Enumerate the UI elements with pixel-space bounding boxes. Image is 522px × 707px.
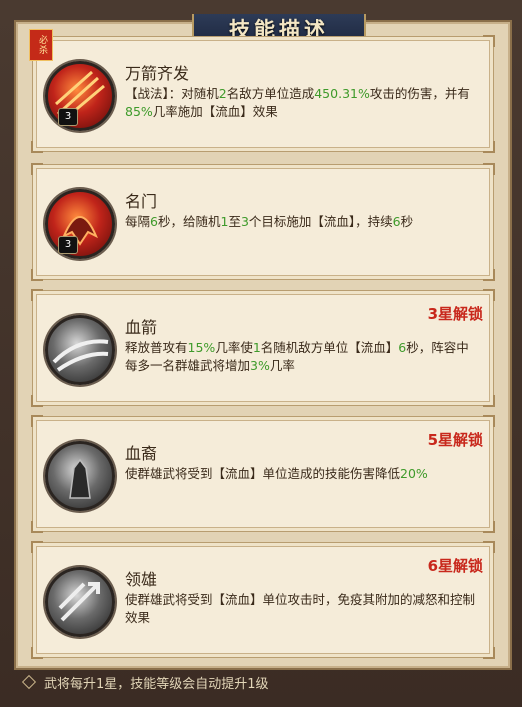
skill-name: 血箭 <box>125 318 158 337</box>
skill-description: 释放普攻有15%几率使1名随机敌方单位【流血】6秒，阵容中每多一名群雄武将增加3… <box>125 340 469 373</box>
blood-arrow-skill-icon <box>45 315 115 385</box>
skill-description: 使群雄武将受到【流血】单位造成的技能伤害降低20% <box>125 466 428 481</box>
skill-card-2: 3 名门 每隔6秒，给随机1至3个目标施加【流血】，持续6秒 <box>31 163 495 281</box>
helmet-skill-icon: 3 <box>45 189 115 259</box>
leader-skill-icon <box>45 567 115 637</box>
skill-window: 技能描述 3 必杀 万箭齐发 【战法】：对随机2名敌方单位造成450.31%攻击… <box>0 0 522 707</box>
unlock-requirement: 3星解锁 <box>427 305 483 323</box>
skill-description: 【战法】：对随机2名敌方单位造成450.31%攻击的伤害，并有85%几率施加【流… <box>125 86 470 119</box>
ultimate-badge: 必杀 <box>29 29 53 61</box>
skill-card-5: 领雄 使群雄武将受到【流血】单位攻击时，免疫其附加的减怒和控制效果 6星解锁 <box>31 541 495 659</box>
volley-skill-icon: 3 <box>45 61 115 131</box>
skill-card-1: 3 必杀 万箭齐发 【战法】：对随机2名敌方单位造成450.31%攻击的伤害，并… <box>29 29 495 153</box>
diamond-icon <box>21 674 37 690</box>
unlock-requirement: 5星解锁 <box>427 431 483 449</box>
skill-description: 每隔6秒，给随机1至3个目标施加【流血】，持续6秒 <box>125 214 414 229</box>
skill-card-3: 血箭 释放普攻有15%几率使1名随机敌方单位【流血】6秒，阵容中每多一名群雄武将… <box>31 289 495 407</box>
skill-level-badge: 3 <box>58 236 78 254</box>
bloodline-skill-icon <box>45 441 115 511</box>
skill-name: 领雄 <box>125 570 158 589</box>
skill-name: 血裔 <box>125 444 158 463</box>
skill-description: 使群雄武将受到【流血】单位攻击时，免疫其附加的减怒和控制效果 <box>125 592 476 625</box>
skill-level-badge: 3 <box>58 108 78 126</box>
skill-name: 万箭齐发 <box>125 64 190 83</box>
skill-card-4: 血裔 使群雄武将受到【流血】单位造成的技能伤害降低20% 5星解锁 <box>31 415 495 533</box>
skill-name: 名门 <box>125 192 158 211</box>
unlock-requirement: 6星解锁 <box>427 557 483 575</box>
footer-text: 武将每升1星，技能等级会自动提升1级 <box>44 676 269 692</box>
footer-hint: 武将每升1星，技能等级会自动提升1级 <box>20 672 269 692</box>
